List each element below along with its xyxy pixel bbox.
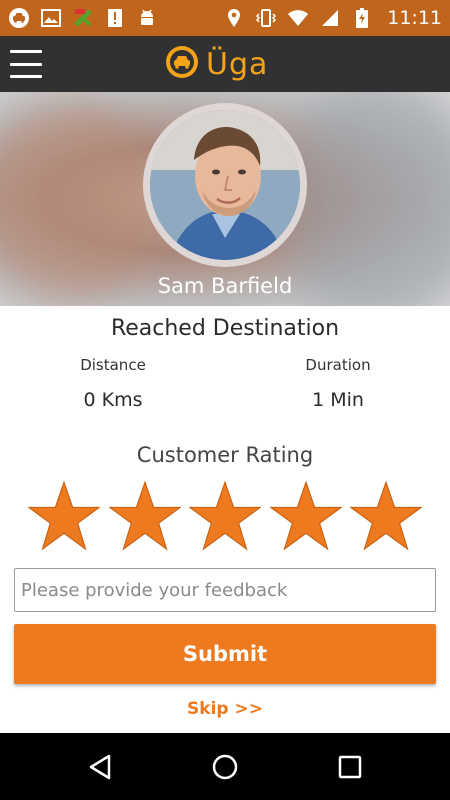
rating-star-2[interactable] [108,480,181,552]
notification-icons [8,7,158,29]
vibrate-icon [255,7,277,29]
skip-link[interactable]: Skip >> [0,699,450,719]
location-icon [223,7,245,29]
battery-charging-icon [351,7,373,29]
brand-name: Üga [206,46,269,82]
feedback-input[interactable] [14,568,436,612]
alert-notification-icon [104,7,126,29]
rating-star-3[interactable] [189,480,261,552]
system-status-icons: 11:11 [223,7,442,29]
driver-name: Sam Barfield [157,274,293,298]
clock-time: 11:11 [387,7,442,29]
signal-icon [319,7,341,29]
rating-stars [28,480,422,554]
taxi-logo-icon [164,44,200,85]
distance-value: 0 Kms [83,389,143,411]
image-notification-icon [40,7,62,29]
duration-value: 1 Min [312,389,364,411]
back-icon[interactable] [84,751,116,783]
car-notification-icon [8,7,30,29]
submit-button[interactable]: Submit [14,624,436,684]
recents-icon[interactable] [334,751,366,783]
duration-label: Duration [305,356,371,374]
fake-gps-icon [72,7,94,29]
driver-avatar [143,103,307,267]
trip-status-title: Reached Destination [110,316,340,341]
customer-rating-label: Customer Rating [136,443,314,467]
wifi-icon [287,7,309,29]
brand-logo: Üga [164,44,268,84]
app-bar: Üga [0,36,450,92]
hamburger-menu-icon[interactable] [10,50,42,78]
rating-star-1[interactable] [28,480,100,552]
rating-star-5[interactable] [350,480,422,552]
system-nav-bar [0,733,450,800]
android-debug-icon [136,7,158,29]
home-icon[interactable] [209,751,241,783]
distance-label: Distance [80,356,146,374]
rating-star-4[interactable] [269,480,342,552]
status-bar: 11:11 [0,0,450,36]
